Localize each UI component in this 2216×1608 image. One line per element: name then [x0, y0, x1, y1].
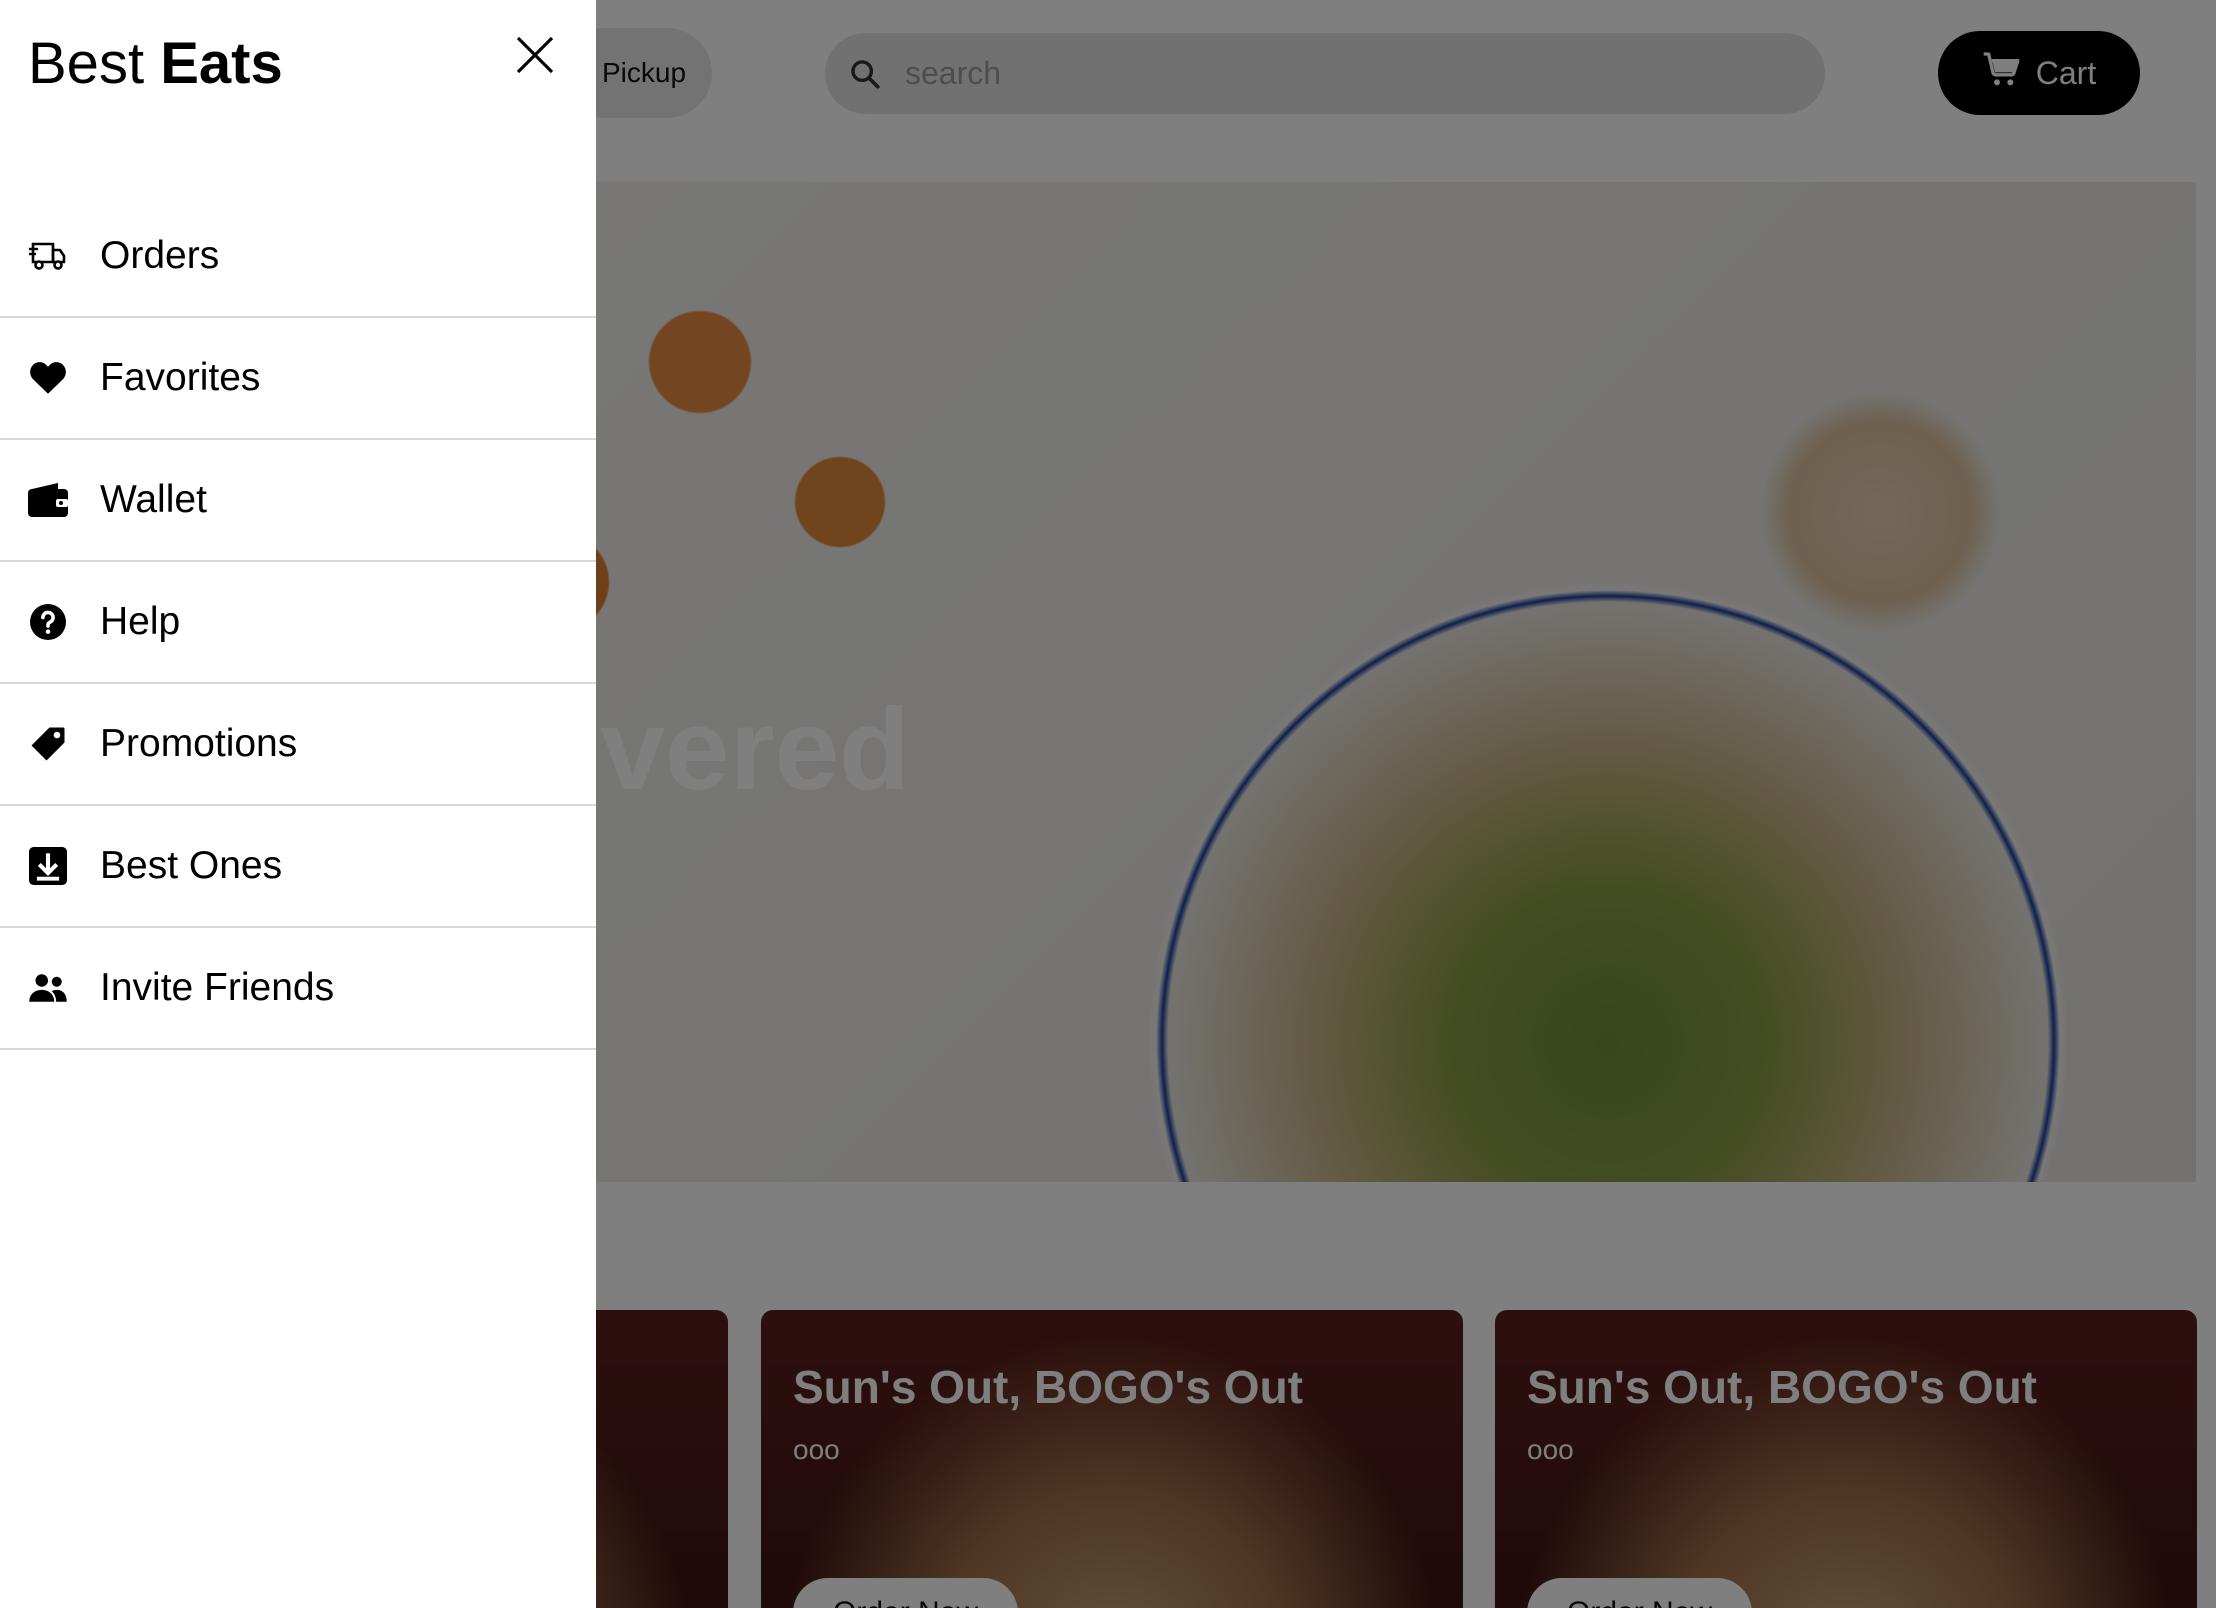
- menu-item-label: Wallet: [100, 478, 207, 521]
- heart-icon: [28, 358, 68, 398]
- brand-bold: Eats: [160, 31, 283, 96]
- tag-icon: [28, 724, 68, 764]
- menu-item-label: Help: [100, 600, 181, 643]
- menu-item-label: Favorites: [100, 356, 261, 399]
- drawer-menu: Orders Favorites Wallet Help Promotions: [0, 196, 596, 1050]
- menu-item-orders[interactable]: Orders: [0, 196, 596, 318]
- wallet-icon: [28, 480, 68, 520]
- close-button[interactable]: [508, 30, 562, 84]
- menu-item-label: Orders: [100, 234, 220, 277]
- brand-regular: Best: [28, 31, 145, 96]
- close-icon: [515, 35, 555, 80]
- menu-item-label: Invite Friends: [100, 966, 335, 1009]
- menu-item-label: Best Ones: [100, 844, 283, 887]
- menu-item-wallet[interactable]: Wallet: [0, 440, 596, 562]
- menu-item-invite-friends[interactable]: Invite Friends: [0, 928, 596, 1050]
- side-drawer: Best Eats Orders Favorites Wallet Help P…: [0, 0, 596, 1608]
- menu-item-favorites[interactable]: Favorites: [0, 318, 596, 440]
- download-box-icon: [28, 846, 68, 886]
- truck-icon: [28, 236, 68, 276]
- menu-item-promotions[interactable]: Promotions: [0, 684, 596, 806]
- menu-item-label: Promotions: [100, 722, 298, 765]
- menu-item-help[interactable]: Help: [0, 562, 596, 684]
- help-circle-icon: [28, 602, 68, 642]
- menu-item-best-ones[interactable]: Best Ones: [0, 806, 596, 928]
- users-icon: [28, 968, 68, 1008]
- brand-logo: Best Eats: [28, 30, 283, 97]
